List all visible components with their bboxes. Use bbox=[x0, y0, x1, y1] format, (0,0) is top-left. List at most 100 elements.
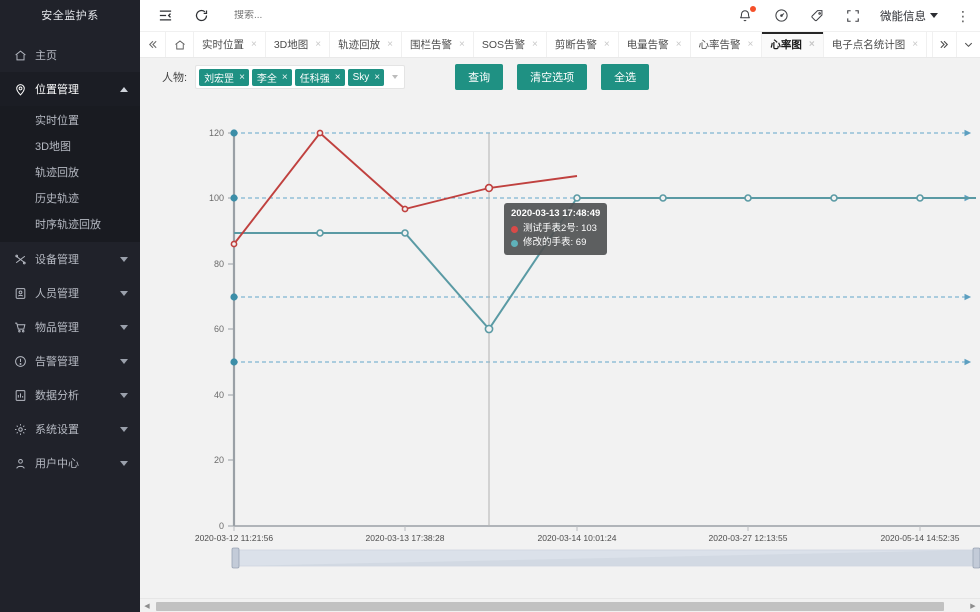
scroll-left-arrow-icon[interactable]: ◀ bbox=[140, 599, 154, 612]
filter-bar: 人物: 刘宏罡 × 李全 × 任科强 × Sky bbox=[140, 58, 980, 96]
sidebar-item-alarm-management[interactable]: 告警管理 bbox=[0, 344, 140, 378]
fullscreen-icon[interactable] bbox=[844, 7, 862, 25]
tab-heartrate-chart[interactable]: 心率图 × bbox=[762, 32, 823, 57]
scrollbar-thumb[interactable] bbox=[156, 602, 944, 611]
close-icon[interactable]: × bbox=[251, 39, 257, 50]
chevron-down-icon bbox=[120, 461, 128, 466]
close-icon[interactable]: × bbox=[912, 39, 918, 50]
tag-icon[interactable] bbox=[808, 7, 826, 25]
x-tick-label-1: 2020-03-13 17:38:28 bbox=[366, 533, 445, 543]
sidebar-subitem-history-track[interactable]: 历史轨迹 bbox=[0, 186, 140, 212]
close-icon[interactable]: × bbox=[532, 39, 538, 50]
menu-fold-icon[interactable] bbox=[154, 5, 176, 27]
close-icon[interactable]: × bbox=[676, 39, 682, 50]
sidebar-subitem-3d-map[interactable]: 3D地图 bbox=[0, 134, 140, 160]
sidebar-item-system-settings[interactable]: 系统设置 bbox=[0, 412, 140, 446]
svg-text:0: 0 bbox=[219, 521, 224, 531]
tab-cut-alarm[interactable]: 剪断告警 × bbox=[547, 32, 619, 57]
dashboard-icon[interactable] bbox=[772, 7, 790, 25]
chevron-down-icon[interactable] bbox=[956, 32, 980, 57]
alert-circle-icon bbox=[12, 353, 28, 369]
person-tag-label: 李全 bbox=[257, 70, 277, 85]
more-vertical-icon[interactable]: ⋮ bbox=[956, 9, 970, 23]
x-tick-label-3: 2020-03-27 12:13:55 bbox=[709, 533, 788, 543]
refresh-icon[interactable] bbox=[190, 5, 212, 27]
tab-label: 心率告警 bbox=[699, 37, 741, 52]
topbar: 微能信息 ⋮ bbox=[140, 0, 980, 32]
tab-home-icon[interactable] bbox=[166, 32, 194, 57]
chevron-down-icon[interactable] bbox=[392, 75, 398, 79]
tab-battery-alarm[interactable]: 电量告警 × bbox=[619, 32, 691, 57]
query-button[interactable]: 查询 bbox=[455, 64, 503, 90]
double-chevron-left-icon[interactable] bbox=[140, 32, 166, 57]
close-icon[interactable]: × bbox=[239, 72, 245, 83]
close-icon[interactable]: × bbox=[282, 72, 288, 83]
chevron-down-icon bbox=[120, 393, 128, 398]
page-horizontal-scrollbar[interactable]: ◀ ▶ bbox=[140, 598, 980, 612]
user-menu[interactable]: 微能信息 bbox=[880, 8, 938, 24]
sidebar-subitem-track-playback[interactable]: 轨迹回放 bbox=[0, 160, 140, 186]
sidebar-subitem-timeseries-track-playback[interactable]: 时序轨迹回放 bbox=[0, 212, 140, 238]
person-tag-label: Sky bbox=[353, 72, 370, 83]
sidebar-item-goods-management[interactable]: 物品管理 bbox=[0, 310, 140, 344]
heartrate-chart: 心率图 120 100 80 60 bbox=[140, 98, 980, 598]
select-all-button[interactable]: 全选 bbox=[601, 64, 649, 90]
person-tag-label: 刘宏罡 bbox=[204, 70, 234, 85]
scrollbar-track[interactable] bbox=[154, 599, 966, 612]
tab-label: 实时位置 bbox=[202, 37, 244, 52]
datazoom-slider bbox=[232, 548, 980, 568]
close-icon[interactable]: × bbox=[604, 39, 610, 50]
sidebar: 安全监护系 主页 位置管理 实时位 bbox=[0, 0, 140, 612]
sidebar-item-user-center[interactable]: 用户中心 bbox=[0, 446, 140, 480]
tab-fence-alarm[interactable]: 围栏告警 × bbox=[402, 32, 474, 57]
tab-label: 电子点名统计图 bbox=[832, 37, 906, 52]
person-tag[interactable]: Sky × bbox=[348, 69, 385, 86]
close-icon[interactable]: × bbox=[374, 72, 380, 83]
tab-label: 围栏告警 bbox=[410, 37, 452, 52]
tab-heartrate-alarm[interactable]: 心率告警 × bbox=[691, 32, 763, 57]
person-tag[interactable]: 任科强 × bbox=[295, 69, 345, 86]
x-tick-label-4: 2020-05-14 14:52:35 bbox=[881, 533, 960, 543]
clear-options-button[interactable]: 清空选项 bbox=[517, 64, 587, 90]
person-tag[interactable]: 刘宏罡 × bbox=[199, 69, 249, 86]
close-icon[interactable]: × bbox=[748, 39, 754, 50]
chevron-down-icon bbox=[120, 325, 128, 330]
chevron-down-icon bbox=[120, 359, 128, 364]
scroll-right-arrow-icon[interactable]: ▶ bbox=[966, 599, 980, 612]
close-icon[interactable]: × bbox=[809, 39, 815, 50]
bell-icon[interactable] bbox=[736, 7, 754, 25]
datazoom-window bbox=[234, 550, 976, 566]
tab-sos-alarm[interactable]: SOS告警 × bbox=[474, 32, 547, 57]
close-icon[interactable]: × bbox=[387, 39, 393, 50]
sidebar-item-label: 位置管理 bbox=[35, 81, 116, 97]
chevron-down-icon bbox=[930, 13, 938, 18]
sidebar-item-location-management[interactable]: 位置管理 bbox=[0, 72, 140, 106]
sidebar-item-label: 告警管理 bbox=[35, 353, 116, 369]
close-icon[interactable]: × bbox=[459, 39, 465, 50]
chart-canvas[interactable]: 120 100 80 60 40 20 0 bbox=[140, 98, 980, 598]
tab-label: 轨迹回放 bbox=[338, 37, 380, 52]
close-icon[interactable]: × bbox=[315, 39, 321, 50]
sidebar-item-device-management[interactable]: 设备管理 bbox=[0, 242, 140, 276]
sidebar-item-personnel-management[interactable]: 人员管理 bbox=[0, 276, 140, 310]
datazoom-handle-right bbox=[973, 548, 980, 568]
sidebar-submenu-location: 实时位置 3D地图 轨迹回放 历史轨迹 时序轨迹回放 bbox=[0, 106, 140, 242]
sidebar-subitem-realtime-location[interactable]: 实时位置 bbox=[0, 108, 140, 134]
topbar-right-actions: 微能信息 ⋮ bbox=[736, 7, 970, 25]
search-input[interactable] bbox=[234, 10, 354, 21]
tab-track-playback[interactable]: 轨迹回放 × bbox=[330, 32, 402, 57]
tab-list: 实时位置 × 3D地图 × 轨迹回放 × 围栏告警 × SOS告警 × bbox=[194, 32, 932, 57]
chevron-down-icon bbox=[120, 257, 128, 262]
user-badge-icon bbox=[12, 285, 28, 301]
gear-icon bbox=[12, 421, 28, 437]
sidebar-item-home[interactable]: 主页 bbox=[0, 38, 140, 72]
double-chevron-right-icon[interactable] bbox=[932, 32, 956, 57]
user-name-label: 微能信息 bbox=[880, 8, 926, 24]
tab-electronic-rollcall-chart[interactable]: 电子点名统计图 × bbox=[824, 32, 927, 57]
close-icon[interactable]: × bbox=[335, 72, 341, 83]
tab-realtime-location[interactable]: 实时位置 × bbox=[194, 32, 266, 57]
person-multiselect[interactable]: 刘宏罡 × 李全 × 任科强 × Sky × bbox=[195, 65, 405, 89]
sidebar-item-data-analysis[interactable]: 数据分析 bbox=[0, 378, 140, 412]
tab-3d-map[interactable]: 3D地图 × bbox=[266, 32, 330, 57]
person-tag[interactable]: 李全 × bbox=[252, 69, 292, 86]
